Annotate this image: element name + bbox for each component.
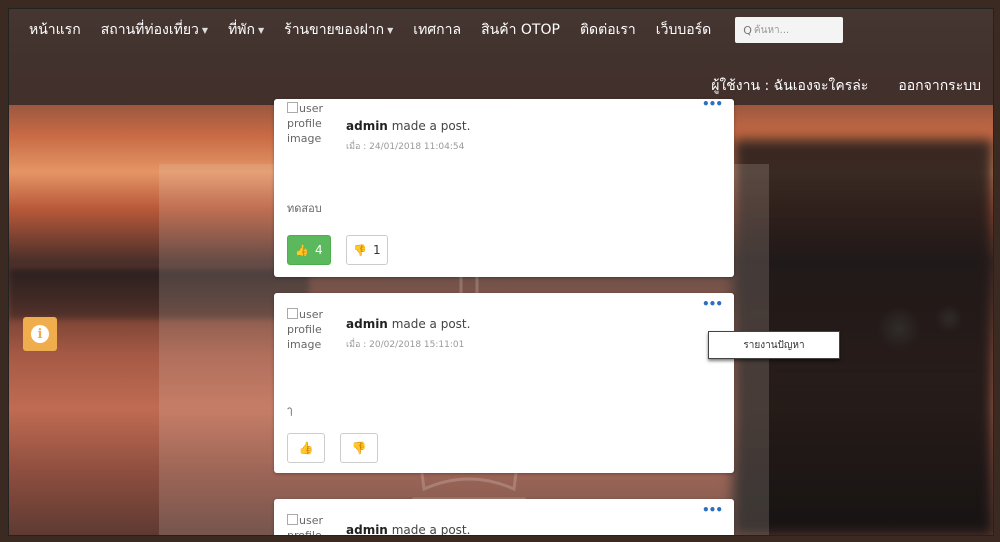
like-count: 4 [315, 243, 323, 257]
top-navbar: หน้าแรก สถานที่ท่องเที่ยว ▼ ที่พัก ▼ ร้านข… [9, 9, 993, 105]
avatar-alt-text: image [287, 338, 322, 351]
search-input[interactable]: Q ค้นหา... [735, 17, 844, 43]
post-author[interactable]: admin [346, 317, 388, 331]
nav-item-festivals[interactable]: เทศกาล [413, 19, 461, 41]
report-problem-menu-item[interactable]: รายงานปัญหา [708, 331, 840, 359]
avatar-alt-text: image [287, 132, 322, 145]
like-button[interactable]: 👍 4 [287, 235, 331, 265]
ellipsis-icon[interactable]: ••• [702, 97, 723, 111]
post-card: ••• user profile image admin made a post… [274, 97, 734, 277]
avatar-alt-text: user [299, 102, 323, 115]
search-icon: Q [743, 23, 752, 37]
nav-item-contact[interactable]: ติดต่อเรา [580, 19, 636, 41]
dislike-button[interactable]: 👎 1 [346, 235, 388, 265]
ellipsis-icon[interactable]: ••• [702, 503, 723, 517]
broken-image-icon [287, 308, 298, 319]
nav-item-attractions[interactable]: สถานที่ท่องเที่ยว ▼ [101, 19, 208, 41]
info-button[interactable]: i [23, 317, 57, 351]
avatar-alt-text: profile [287, 323, 322, 336]
nav-label: สถานที่ท่องเที่ยว [100, 22, 199, 38]
post-action: made a post. [391, 119, 471, 133]
user-menu: ผู้ใช้งาน : ฉันเองจะใครล่ะ ออกจากระบบ [681, 75, 981, 97]
dislike-count: 1 [373, 243, 381, 257]
caret-down-icon: ▼ [387, 25, 394, 35]
nav-label: สินค้า OTOP [481, 22, 560, 38]
post-meta: admin made a post. [346, 523, 471, 536]
post-action: made a post. [391, 523, 471, 536]
avatar: user profile image [287, 101, 337, 146]
avatar-alt-text: profile [287, 117, 322, 130]
thumbs-down-icon: 👎 [351, 441, 367, 455]
post-meta: admin made a post. เมื่อ : 24/01/2018 11… [346, 119, 470, 153]
current-user-link[interactable]: ผู้ใช้งาน : ฉันเองจะใครล่ะ [711, 75, 868, 97]
nav-item-home[interactable]: หน้าแรก [29, 19, 81, 41]
broken-image-icon [287, 514, 298, 525]
search-placeholder: ค้นหา... [753, 24, 790, 36]
post-date: เมื่อ : 20/02/2018 15:11:01 [346, 340, 465, 350]
nav-label: ร้านขายของฝาก [284, 22, 385, 38]
like-button[interactable]: 👍 [287, 433, 325, 463]
report-label: รายงานปัญหา [743, 339, 805, 351]
nav-label: เทศกาล [413, 22, 462, 38]
thumbs-up-icon: 👍 [295, 243, 310, 257]
nav-item-otop[interactable]: สินค้า OTOP [481, 19, 560, 41]
thumbs-down-icon: 👎 [353, 243, 368, 257]
nav-label: ติดต่อเรา [579, 22, 636, 38]
browser-viewport: หน้าแรก สถานที่ท่องเที่ยว ▼ ที่พัก ▼ ร้านข… [8, 8, 994, 536]
post-action: made a post. [391, 317, 471, 331]
nav-item-accommodation[interactable]: ที่พัก ▼ [228, 19, 264, 41]
ellipsis-icon[interactable]: ••• [702, 297, 723, 311]
avatar-alt-text: user [299, 308, 323, 321]
broken-image-icon [287, 102, 298, 113]
caret-down-icon: ▼ [258, 25, 265, 35]
avatar-alt-text: profile [287, 529, 322, 536]
caret-down-icon: ▼ [201, 25, 209, 35]
avatar: user profile [287, 513, 337, 536]
logout-link[interactable]: ออกจากระบบ [898, 75, 981, 97]
nav-label: เว็บบอร์ด [655, 22, 712, 38]
avatar: user profile image [287, 307, 337, 352]
post-meta: admin made a post. เมื่อ : 20/02/2018 15… [346, 317, 470, 351]
nav-item-souvenir-shops[interactable]: ร้านขายของฝาก ▼ [284, 19, 393, 41]
avatar-alt-text: user [299, 514, 323, 527]
nav-label: ที่พัก [228, 22, 256, 38]
post-author[interactable]: admin [346, 119, 388, 133]
info-icon: i [31, 325, 49, 343]
nav-menu: หน้าแรก สถานที่ท่องเที่ยว ▼ ที่พัก ▼ ร้านข… [29, 17, 844, 43]
post-card: ••• user profile image admin made a post… [274, 293, 734, 473]
post-author[interactable]: admin [346, 523, 388, 535]
dislike-button[interactable]: 👎 [340, 433, 378, 463]
post-content: ๅ [287, 404, 293, 417]
post-date: เมื่อ : 24/01/2018 11:04:54 [346, 142, 465, 152]
nav-label: หน้าแรก [29, 22, 81, 38]
post-content: ทดสอบ [287, 202, 322, 215]
post-card: ••• user profile admin made a post. [274, 499, 734, 536]
nav-item-webboard[interactable]: เว็บบอร์ด [656, 19, 711, 41]
thumbs-up-icon: 👍 [298, 441, 314, 455]
